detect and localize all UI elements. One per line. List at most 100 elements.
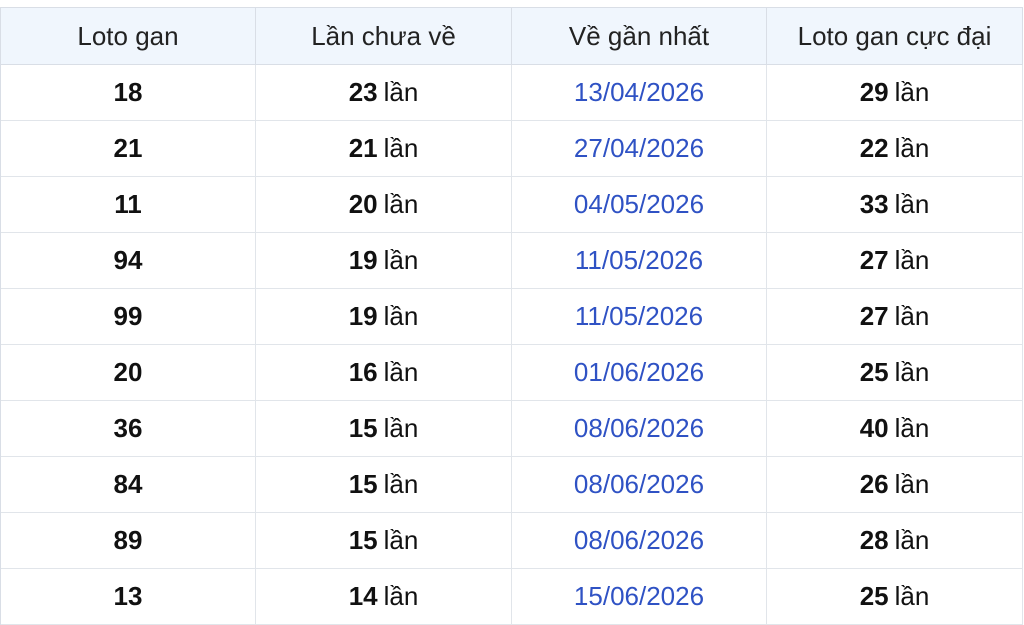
times-absent-count: 15 [348,469,378,499]
last-seen-date-link[interactable]: 08/06/2026 [574,413,704,444]
loto-number: 18 [113,77,143,107]
max-gap-count: 22 [859,133,889,163]
loto-number-cell: 21 [1,121,256,176]
last-seen-cell: 13/04/2026 [512,65,767,120]
max-gap-cell: 25 lần [767,569,1023,624]
max-gap-cell: 22 lần [767,121,1023,176]
last-seen-cell: 27/04/2026 [512,121,767,176]
max-gap-count: 33 [859,189,889,219]
times-absent-unit: lần [383,413,419,443]
times-absent-count: 23 [348,77,378,107]
last-seen-cell: 01/06/2026 [512,345,767,400]
loto-number-cell: 18 [1,65,256,120]
loto-number-cell: 84 [1,457,256,512]
times-absent-unit: lần [383,77,419,107]
max-gap-count: 27 [859,301,889,331]
times-absent-unit: lần [383,357,419,387]
table-row: 89 15 lần 08/06/2026 28 lần [1,513,1023,569]
times-absent-cell: 21 lần [256,121,512,176]
last-seen-date-link[interactable]: 15/06/2026 [574,581,704,612]
table-body: 18 23 lần 13/04/2026 29 lần 21 21 lần 27/04/2026 2… [1,65,1023,625]
max-gap-count: 27 [859,245,889,275]
max-gap-cell: 27 lần [767,289,1023,344]
loto-number: 20 [113,357,143,387]
last-seen-date-link[interactable]: 04/05/2026 [574,189,704,220]
last-seen-cell: 08/06/2026 [512,401,767,456]
table-row: 84 15 lần 08/06/2026 26 lần [1,457,1023,513]
header-lan-chua-ve: Lần chưa về [256,8,512,64]
last-seen-cell: 04/05/2026 [512,177,767,232]
max-gap-count: 25 [859,357,889,387]
table-row: 13 14 lần 15/06/2026 25 lần [1,569,1023,625]
max-gap-unit: lần [894,301,930,331]
max-gap-count: 26 [859,469,889,499]
last-seen-date-link[interactable]: 13/04/2026 [574,77,704,108]
max-gap-unit: lần [894,469,930,499]
max-gap-count: 25 [859,581,889,611]
times-absent-cell: 15 lần [256,457,512,512]
max-gap-cell: 33 lần [767,177,1023,232]
times-absent-unit: lần [383,245,419,275]
max-gap-count: 29 [859,77,889,107]
max-gap-cell: 40 lần [767,401,1023,456]
last-seen-date-link[interactable]: 08/06/2026 [574,469,704,500]
header-ve-gan-nhat: Về gần nhất [512,8,767,64]
last-seen-date-link[interactable]: 11/05/2026 [575,245,703,276]
max-gap-cell: 27 lần [767,233,1023,288]
last-seen-date-link[interactable]: 01/06/2026 [574,357,704,388]
last-seen-date-link[interactable]: 27/04/2026 [574,133,704,164]
loto-number-cell: 89 [1,513,256,568]
table-row: 18 23 lần 13/04/2026 29 lần [1,65,1023,121]
times-absent-unit: lần [383,133,419,163]
max-gap-unit: lần [894,77,930,107]
max-gap-unit: lần [894,413,930,443]
times-absent-unit: lần [383,301,419,331]
times-absent-count: 19 [348,301,378,331]
max-gap-unit: lần [894,581,930,611]
times-absent-count: 14 [348,581,378,611]
header-loto-gan: Loto gan [1,8,256,64]
last-seen-cell: 08/06/2026 [512,513,767,568]
last-seen-cell: 08/06/2026 [512,457,767,512]
times-absent-count: 21 [348,133,378,163]
table-header-row: Loto gan Lần chưa về Về gần nhất Loto ga… [1,8,1023,65]
loto-number-cell: 94 [1,233,256,288]
times-absent-count: 15 [348,413,378,443]
max-gap-cell: 25 lần [767,345,1023,400]
loto-number-cell: 99 [1,289,256,344]
loto-number: 36 [113,413,143,443]
max-gap-unit: lần [894,525,930,555]
max-gap-count: 28 [859,525,889,555]
last-seen-date-link[interactable]: 08/06/2026 [574,525,704,556]
loto-number-cell: 11 [1,177,256,232]
times-absent-unit: lần [383,469,419,499]
max-gap-cell: 28 lần [767,513,1023,568]
table-row: 99 19 lần 11/05/2026 27 lần [1,289,1023,345]
loto-number: 13 [113,581,143,611]
loto-number: 21 [113,133,143,163]
loto-number: 99 [113,301,143,331]
times-absent-cell: 19 lần [256,289,512,344]
loto-number: 84 [113,469,143,499]
times-absent-cell: 19 lần [256,233,512,288]
max-gap-unit: lần [894,357,930,387]
max-gap-count: 40 [859,413,889,443]
times-absent-cell: 23 lần [256,65,512,120]
times-absent-count: 19 [348,245,378,275]
table-row: 21 21 lần 27/04/2026 22 lần [1,121,1023,177]
table-row: 11 20 lần 04/05/2026 33 lần [1,177,1023,233]
loto-number: 11 [114,189,142,219]
max-gap-unit: lần [894,245,930,275]
times-absent-cell: 16 lần [256,345,512,400]
times-absent-unit: lần [383,525,419,555]
loto-number: 94 [113,245,143,275]
times-absent-count: 20 [348,189,378,219]
times-absent-cell: 14 lần [256,569,512,624]
last-seen-cell: 15/06/2026 [512,569,767,624]
max-gap-cell: 29 lần [767,65,1023,120]
table-row: 36 15 lần 08/06/2026 40 lần [1,401,1023,457]
last-seen-cell: 11/05/2026 [512,289,767,344]
loto-number-cell: 20 [1,345,256,400]
last-seen-date-link[interactable]: 11/05/2026 [575,301,703,332]
table-row: 94 19 lần 11/05/2026 27 lần [1,233,1023,289]
